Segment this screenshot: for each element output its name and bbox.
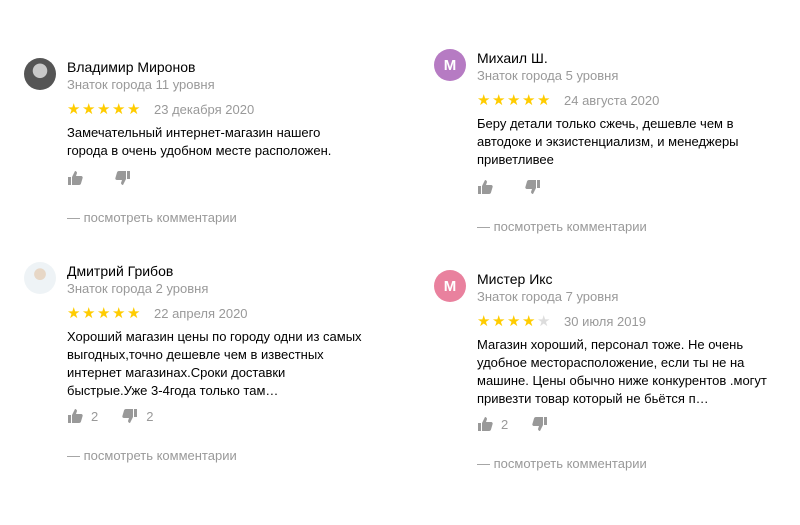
vote-bar: 2 bbox=[477, 416, 556, 432]
vote-bar: 2 2 bbox=[67, 408, 153, 424]
star-icon: ★ bbox=[97, 305, 111, 322]
star-icon: ★ bbox=[112, 305, 126, 322]
review-date: 24 августа 2020 bbox=[564, 93, 660, 108]
star-icon: ★ bbox=[507, 92, 521, 109]
like-count: 2 bbox=[91, 408, 99, 424]
rating-stars: ★ ★ ★ ★ ★ bbox=[67, 306, 142, 322]
rating-stars: ★ ★ ★ ★ ★ bbox=[477, 93, 552, 109]
reviewer-name[interactable]: Михаил Ш. bbox=[477, 50, 618, 66]
rating-row: ★ ★ ★ ★ ★ 24 августа 2020 bbox=[477, 93, 659, 109]
star-icon: ★ bbox=[492, 92, 506, 109]
dislike-button[interactable] bbox=[532, 416, 556, 432]
thumb-down-icon bbox=[122, 409, 138, 423]
like-count: 2 bbox=[501, 416, 509, 432]
star-icon: ★ bbox=[477, 313, 491, 330]
star-icon: ★ bbox=[67, 305, 81, 322]
reviewer-level: Знаток города 2 уровня bbox=[67, 281, 209, 296]
vote-bar bbox=[477, 179, 549, 195]
review-text: Замечательный интернет-магазин нашего го… bbox=[67, 125, 332, 158]
rating-row: ★ ★ ★ ★ ★ 23 декабря 2020 bbox=[67, 102, 254, 118]
reviewer-name[interactable]: Владимир Миронов bbox=[67, 59, 215, 75]
view-comments-link[interactable]: — посмотреть комментарии bbox=[477, 219, 647, 234]
view-comments-link[interactable]: — посмотреть комментарии bbox=[67, 210, 237, 225]
review-date: 23 декабря 2020 bbox=[154, 102, 255, 117]
avatar[interactable] bbox=[24, 58, 56, 90]
avatar[interactable] bbox=[24, 262, 56, 294]
like-button[interactable]: 2 bbox=[67, 408, 98, 424]
reviewer-name[interactable]: Дмитрий Грибов bbox=[67, 263, 208, 279]
avatar[interactable]: М bbox=[434, 270, 466, 302]
rating-stars: ★ ★ ★ ★ ★ bbox=[67, 102, 142, 118]
like-button[interactable]: 2 bbox=[477, 416, 508, 432]
rating-stars: ★ ★ ★ ★ ★ bbox=[477, 314, 552, 330]
thumb-up-icon bbox=[68, 409, 83, 423]
star-icon: ★ bbox=[82, 101, 96, 118]
reviewer-name[interactable]: Мистер Икс bbox=[477, 271, 618, 287]
star-icon: ★ bbox=[97, 101, 111, 118]
review-text: Хороший магазин цены по городу одни из с… bbox=[67, 329, 362, 398]
rating-row: ★ ★ ★ ★ ★ 30 июля 2019 bbox=[477, 314, 646, 330]
view-comments-link[interactable]: — посмотреть комментарии bbox=[67, 448, 237, 463]
reviewer-level: Знаток города 7 уровня bbox=[477, 289, 619, 304]
dislike-button[interactable]: 2 bbox=[122, 408, 153, 424]
thumb-down-icon bbox=[532, 417, 548, 431]
view-comments-link[interactable]: — посмотреть комментарии bbox=[477, 456, 647, 471]
review-text: Магазин хороший, персонал тоже. Не очень… bbox=[477, 337, 767, 406]
star-icon: ★ bbox=[127, 101, 141, 118]
reviewer-level: Знаток города 11 уровня bbox=[67, 77, 215, 92]
star-icon: ★ bbox=[82, 305, 96, 322]
star-empty-icon: ★ bbox=[537, 313, 551, 330]
avatar[interactable]: М bbox=[434, 49, 466, 81]
star-icon: ★ bbox=[112, 101, 126, 118]
like-button[interactable] bbox=[477, 179, 501, 195]
star-icon: ★ bbox=[492, 313, 506, 330]
thumb-down-icon bbox=[115, 171, 130, 185]
thumb-up-icon bbox=[68, 171, 83, 185]
dislike-button[interactable] bbox=[115, 170, 139, 186]
thumb-up-icon bbox=[478, 180, 493, 194]
star-icon: ★ bbox=[522, 92, 536, 109]
star-icon: ★ bbox=[127, 305, 141, 322]
thumb-up-icon bbox=[478, 417, 493, 431]
rating-row: ★ ★ ★ ★ ★ 22 апреля 2020 bbox=[67, 306, 248, 322]
review-date: 22 апреля 2020 bbox=[154, 306, 248, 321]
star-icon: ★ bbox=[522, 313, 536, 330]
star-icon: ★ bbox=[67, 101, 81, 118]
dislike-count: 2 bbox=[146, 408, 154, 424]
star-icon: ★ bbox=[537, 92, 551, 109]
reviewer-level: Знаток города 5 уровня bbox=[477, 68, 619, 83]
review-text: Беру детали только сжечь, дешевле чем в … bbox=[477, 116, 739, 167]
vote-bar bbox=[67, 170, 139, 186]
star-icon: ★ bbox=[477, 92, 491, 109]
dislike-button[interactable] bbox=[525, 179, 549, 195]
review-date: 30 июля 2019 bbox=[564, 314, 646, 329]
like-button[interactable] bbox=[67, 170, 91, 186]
star-icon: ★ bbox=[507, 313, 521, 330]
thumb-down-icon bbox=[525, 180, 540, 194]
